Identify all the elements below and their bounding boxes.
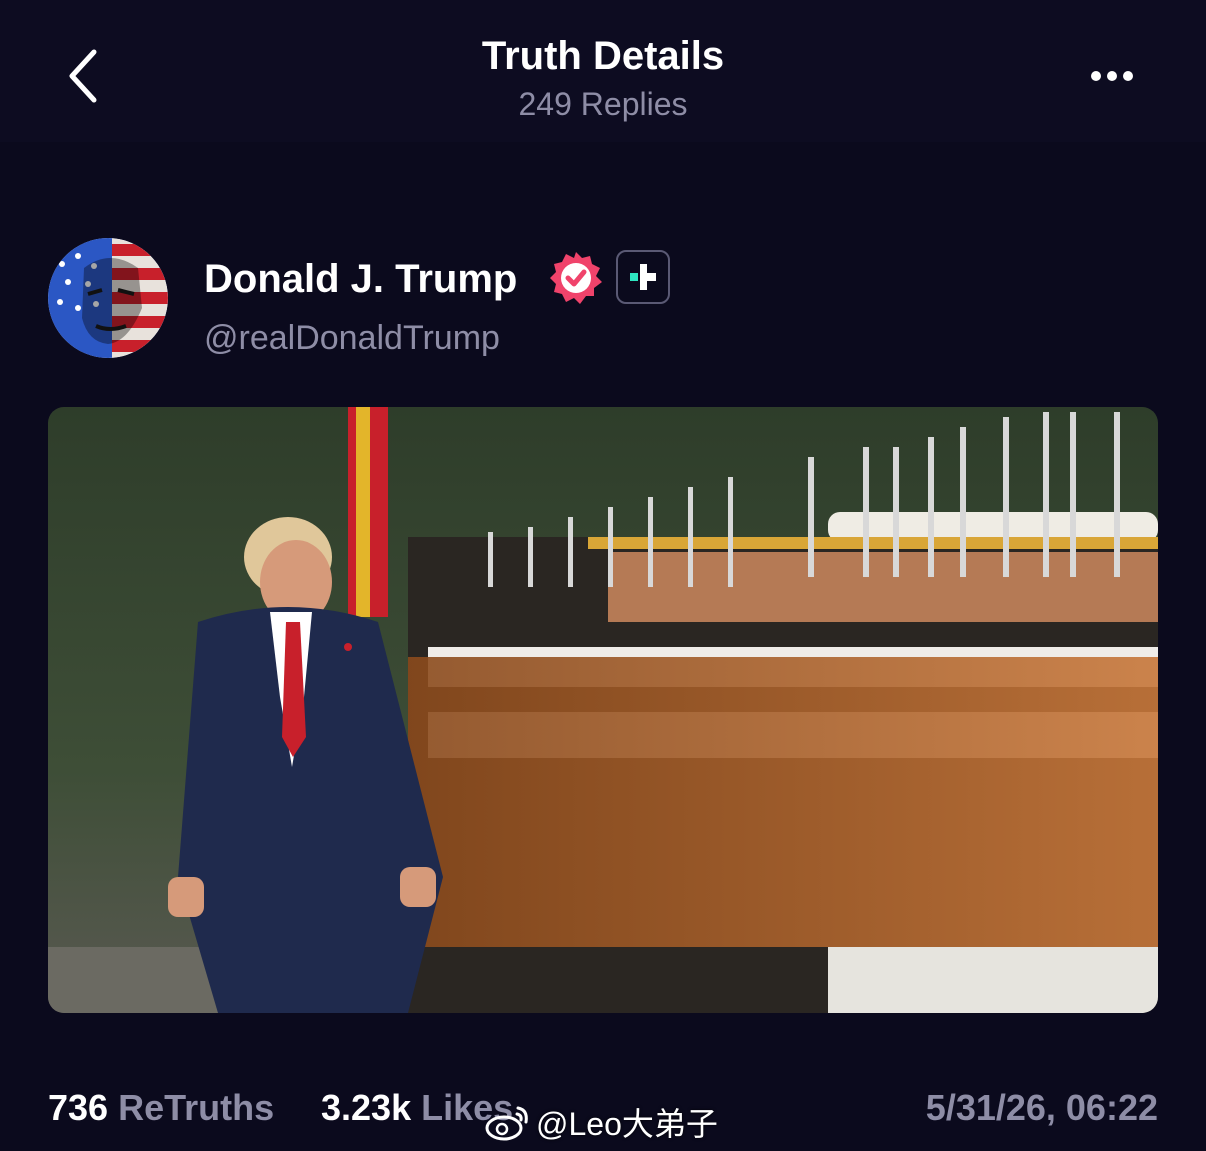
truth-details-screen: Truth Details 249 Replies Donald J. Trum… xyxy=(0,0,1206,1151)
weibo-watermark: @Leo大弟子 xyxy=(484,1098,718,1146)
more-horizontal-icon xyxy=(1088,71,1136,81)
retruths-count: 736 xyxy=(48,1087,109,1128)
plus-icon xyxy=(630,264,656,290)
truth-plus-badge xyxy=(616,250,670,304)
page-title: Truth Details xyxy=(481,34,725,78)
retruths-stat[interactable]: 736 ReTruths xyxy=(48,1084,274,1132)
top-navigation-bar: Truth Details 249 Replies xyxy=(0,0,1206,142)
author-display-name[interactable]: Donald J. Trump xyxy=(204,254,517,304)
retruths-label: ReTruths xyxy=(118,1087,275,1128)
watermark-text: @Leo大弟子 xyxy=(536,1106,718,1142)
replies-count[interactable]: 249 Replies xyxy=(0,84,1206,124)
header-title-group: Truth Details 249 Replies xyxy=(0,30,1206,124)
likes-count: 3.23k xyxy=(321,1087,412,1128)
post-author: Donald J. Trump @realDonaldTrump xyxy=(48,238,1158,362)
avatar[interactable] xyxy=(48,238,168,358)
more-options-button[interactable] xyxy=(1080,54,1144,98)
author-handle[interactable]: @realDonaldTrump xyxy=(204,316,500,360)
post-image[interactable] xyxy=(48,407,1158,1013)
weibo-logo-icon xyxy=(485,1106,528,1141)
post-timestamp: 5/31/26, 06:22 xyxy=(925,1087,1158,1128)
verified-icon xyxy=(548,250,604,306)
